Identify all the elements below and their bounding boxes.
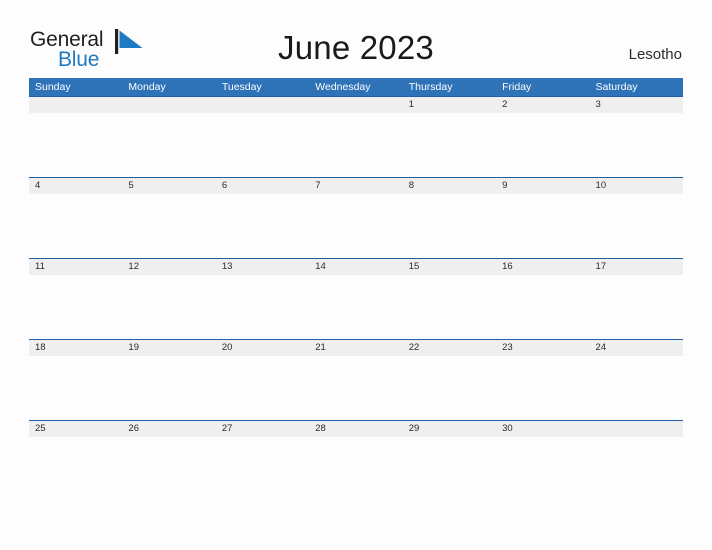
day-cell[interactable]: 22 [403, 340, 496, 356]
day-cell[interactable]: 16 [496, 259, 589, 275]
day-cell[interactable]: 21 [309, 340, 402, 356]
week-row: 4 5 6 7 8 9 10 [29, 177, 683, 258]
day-cell[interactable]: 7 [309, 178, 402, 194]
day-cell[interactable]: 26 [122, 421, 215, 437]
week-date-band: 18 19 20 21 22 23 24 [29, 339, 683, 356]
day-cell[interactable]: 5 [122, 178, 215, 194]
week-row: 11 12 13 14 15 16 17 [29, 258, 683, 339]
day-cell[interactable]: 20 [216, 340, 309, 356]
week-row: 18 19 20 21 22 23 24 [29, 339, 683, 420]
day-cell[interactable]: 4 [29, 178, 122, 194]
day-cell[interactable]: 30 [496, 421, 589, 437]
day-cell[interactable] [29, 97, 122, 113]
day-cell[interactable]: 27 [216, 421, 309, 437]
day-cell[interactable]: 28 [309, 421, 402, 437]
day-cell[interactable]: 25 [29, 421, 122, 437]
weekday-monday: Monday [128, 81, 166, 93]
day-cell[interactable]: 8 [403, 178, 496, 194]
day-cell[interactable] [216, 97, 309, 113]
week-notes-area[interactable] [29, 356, 683, 419]
page-header: General Blue June 2023 Lesotho [0, 0, 712, 78]
day-cell[interactable]: 14 [309, 259, 402, 275]
day-cell[interactable]: 24 [590, 340, 683, 356]
weekday-tuesday: Tuesday [221, 81, 262, 93]
calendar-page: General Blue June 2023 Lesotho Sunday Mo… [0, 0, 712, 550]
week-date-band: 11 12 13 14 15 16 17 [29, 258, 683, 275]
week-row: 1 2 3 [29, 96, 683, 177]
day-cell[interactable]: 29 [403, 421, 496, 437]
day-cell[interactable]: 17 [590, 259, 683, 275]
day-cell[interactable]: 13 [216, 259, 309, 275]
week-date-band: 1 2 3 [29, 96, 683, 113]
week-notes-area[interactable] [29, 194, 683, 257]
day-cell[interactable]: 11 [29, 259, 122, 275]
day-cell[interactable]: 15 [403, 259, 496, 275]
weekday-saturday: Saturday [595, 81, 638, 93]
week-notes-area[interactable] [29, 437, 683, 500]
weekday-sunday: Sunday [35, 81, 71, 93]
day-cell[interactable]: 2 [496, 97, 589, 113]
day-cell[interactable]: 12 [122, 259, 215, 275]
weekday-header-row: Sunday Monday Tuesday Wednesday Thursday… [29, 78, 683, 96]
week-date-band: 25 26 27 28 29 30 [29, 420, 683, 437]
day-cell[interactable]: 3 [590, 97, 683, 113]
day-cell[interactable]: 9 [496, 178, 589, 194]
day-cell[interactable]: 23 [496, 340, 589, 356]
country-label: Lesotho [628, 46, 682, 63]
day-cell[interactable]: 1 [403, 97, 496, 113]
weekday-wednesday: Wednesday [315, 81, 371, 93]
day-cell[interactable]: 6 [216, 178, 309, 194]
weekday-friday: Friday [502, 81, 532, 93]
day-cell[interactable]: 10 [590, 178, 683, 194]
weekday-thursday: Thursday [408, 81, 453, 93]
day-cell[interactable] [590, 421, 683, 437]
calendar-table: Sunday Monday Tuesday Wednesday Thursday… [29, 78, 683, 501]
week-notes-area[interactable] [29, 113, 683, 176]
day-cell[interactable]: 19 [122, 340, 215, 356]
week-date-band: 4 5 6 7 8 9 10 [29, 177, 683, 194]
day-cell[interactable] [309, 97, 402, 113]
page-title: June 2023 [278, 29, 434, 66]
day-cell[interactable]: 18 [29, 340, 122, 356]
day-cell[interactable] [122, 97, 215, 113]
week-row: 25 26 27 28 29 30 [29, 420, 683, 501]
week-notes-area[interactable] [29, 275, 683, 338]
